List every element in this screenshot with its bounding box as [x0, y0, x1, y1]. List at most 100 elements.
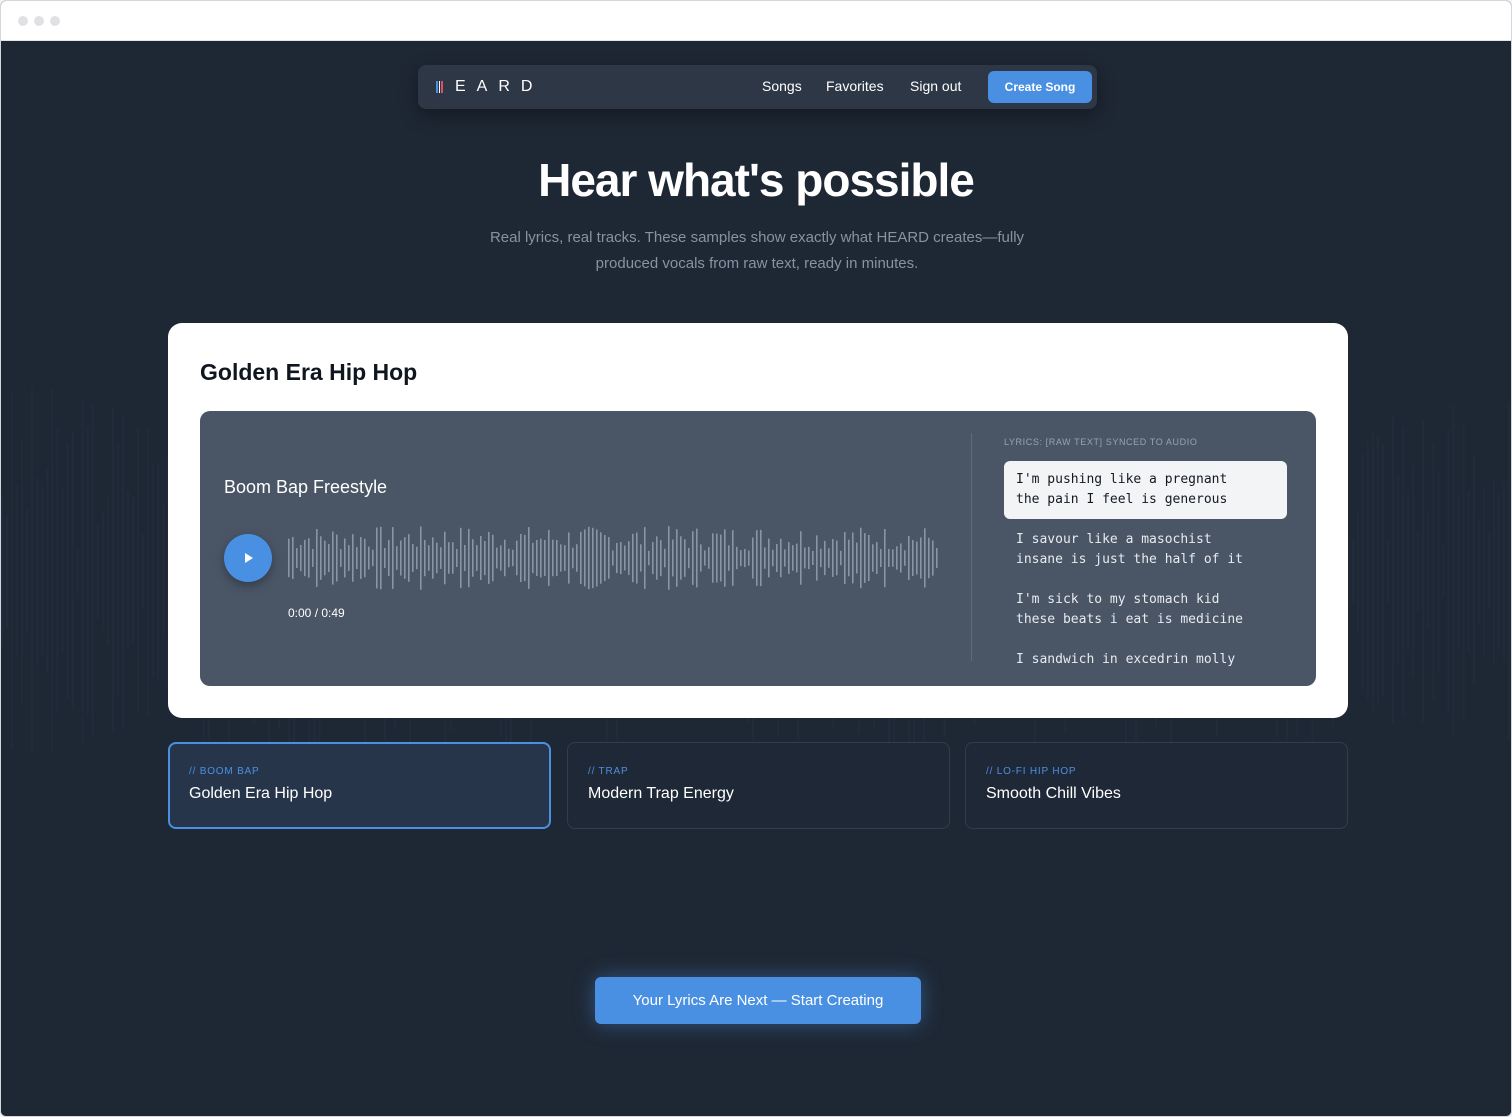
waveform-bar [356, 547, 358, 569]
waveform-bar [312, 549, 314, 567]
waveform-bar [764, 547, 766, 569]
start-creating-button[interactable]: Your Lyrics Are Next — Start Creating [595, 977, 921, 1024]
genre-card-lo-fi[interactable]: // LO-FI HIP HOP Smooth Chill Vibes [965, 742, 1348, 829]
waveform-bar [740, 550, 742, 566]
genre-name: Golden Era Hip Hop [189, 785, 333, 802]
background-wave-bar [1392, 416, 1394, 726]
window-dot[interactable] [18, 16, 28, 26]
play-button[interactable] [224, 534, 272, 582]
waveform-bar [808, 546, 810, 570]
background-wave-bar [1, 494, 3, 648]
lyric-line[interactable]: I'm sick to my stomach kid these beats i… [1004, 581, 1287, 639]
lyric-text: these beats i eat is medicine [1016, 612, 1243, 627]
background-wave-bar [1442, 545, 1445, 597]
waveform-bar [308, 538, 310, 578]
waveform-bar [780, 538, 782, 578]
waveform-bar [316, 529, 318, 587]
waveform-bar [548, 530, 550, 586]
genre-card-trap[interactable]: // TRAP Modern Trap Energy [567, 742, 950, 829]
waveform-bar [900, 543, 902, 573]
lyrics-heading: LYRICS: [RAW TEXT] SYNCED TO AUDIO [1004, 437, 1198, 447]
lyric-line[interactable]: I sandwich in excedrin molly [1004, 641, 1287, 666]
lyric-line-active[interactable]: I'm pushing like a pregnant the pain I f… [1004, 461, 1287, 519]
create-song-button[interactable]: Create Song [988, 71, 1092, 103]
waveform-bar [884, 529, 886, 588]
waveform-bar [888, 548, 890, 567]
waveform-bar [748, 550, 750, 566]
waveform-bar [736, 546, 738, 570]
waveform-bar [304, 539, 306, 577]
background-wave-bar [1467, 490, 1470, 652]
window-dot[interactable] [50, 16, 60, 26]
waveform-bar [892, 549, 894, 567]
waveform-bar [368, 546, 370, 570]
background-wave-bar [1382, 444, 1384, 698]
background-wave-bar [1351, 538, 1354, 604]
waveform-bar [876, 542, 878, 574]
waveform-bar [784, 549, 786, 567]
waveform-bar [640, 544, 642, 572]
waveform-bar [832, 539, 834, 577]
background-wave-bar [142, 533, 145, 609]
waveform-bar [372, 549, 374, 567]
page-title: Hear what's possible [538, 154, 975, 206]
lyrics-list[interactable]: I'm pushing like a pregnant the pain I f… [1004, 461, 1288, 666]
background-wave-bar [1361, 453, 1364, 689]
waveform-bar [360, 537, 362, 579]
background-wave-bar [81, 398, 84, 744]
waveform-bar [772, 549, 774, 567]
background-wave-bar [6, 514, 8, 628]
nav-link-sign-out[interactable]: Sign out [910, 78, 961, 94]
playback-time: 0:00 / 0:49 [288, 606, 345, 620]
window-dot[interactable] [34, 16, 44, 26]
waveform-bar [760, 529, 762, 587]
waveform-bar [336, 534, 338, 582]
waveform-bar [300, 544, 302, 572]
audio-waveform[interactable] [288, 525, 940, 591]
waveform-bar [812, 551, 814, 565]
genre-tag: // LO-FI HIP HOP [986, 766, 1077, 777]
waveform-bar [816, 535, 818, 581]
waveform-bar [788, 542, 790, 574]
waveform-bar [868, 535, 870, 581]
background-wave-bar [1477, 519, 1480, 623]
background-wave-bar [71, 432, 74, 710]
genre-name: Smooth Chill Vibes [986, 785, 1121, 802]
background-wave-bar [137, 427, 140, 715]
background-wave-bar [1427, 512, 1430, 630]
waveform-bar [500, 545, 502, 571]
background-wave-bar [1502, 482, 1505, 660]
genre-name: Modern Trap Energy [588, 785, 734, 802]
brand-logo[interactable]: EARD [436, 76, 543, 98]
waveform-bar [592, 527, 594, 589]
background-wave-bar [116, 444, 119, 698]
nav-link-songs[interactable]: Songs [762, 78, 802, 94]
lyric-line[interactable]: I savour like a masochist insane is just… [1004, 521, 1287, 579]
genre-card-boom-bap[interactable]: // BOOM BAP Golden Era Hip Hop [168, 742, 551, 829]
waveform-bar [920, 537, 922, 579]
background-wave-bar [1492, 479, 1495, 663]
background-wave-bar [31, 387, 34, 755]
page-viewport: EARD Songs Favorites Sign out Create Son… [1, 41, 1511, 1116]
nav-link-favorites[interactable]: Favorites [826, 78, 884, 94]
background-wave-bar [1387, 539, 1389, 603]
waveform-bar [924, 528, 926, 588]
waveform-bar [324, 540, 326, 576]
waveform-bar [704, 550, 706, 566]
background-wave-bar [1472, 456, 1475, 686]
background-wave-bar [1402, 426, 1405, 716]
lyric-text: insane is just the half of it [1016, 552, 1243, 567]
waveform-bar [724, 529, 726, 587]
waveform-bar [660, 540, 662, 577]
waveform-bar [492, 534, 494, 582]
waveform-bar [720, 534, 722, 582]
waveform-bar [348, 545, 350, 571]
waveform-bar [872, 544, 874, 572]
waveform-bar [464, 545, 466, 571]
background-wave-bar [26, 507, 29, 634]
background-wave-bar [41, 487, 44, 655]
sample-card: Golden Era Hip Hop Boom Bap Freestyle 0:… [168, 323, 1348, 718]
audio-player: Boom Bap Freestyle 0:00 / 0:49 LYRICS: [… [200, 411, 1316, 686]
waveform-bar [616, 542, 618, 574]
window-titlebar [1, 1, 1511, 41]
